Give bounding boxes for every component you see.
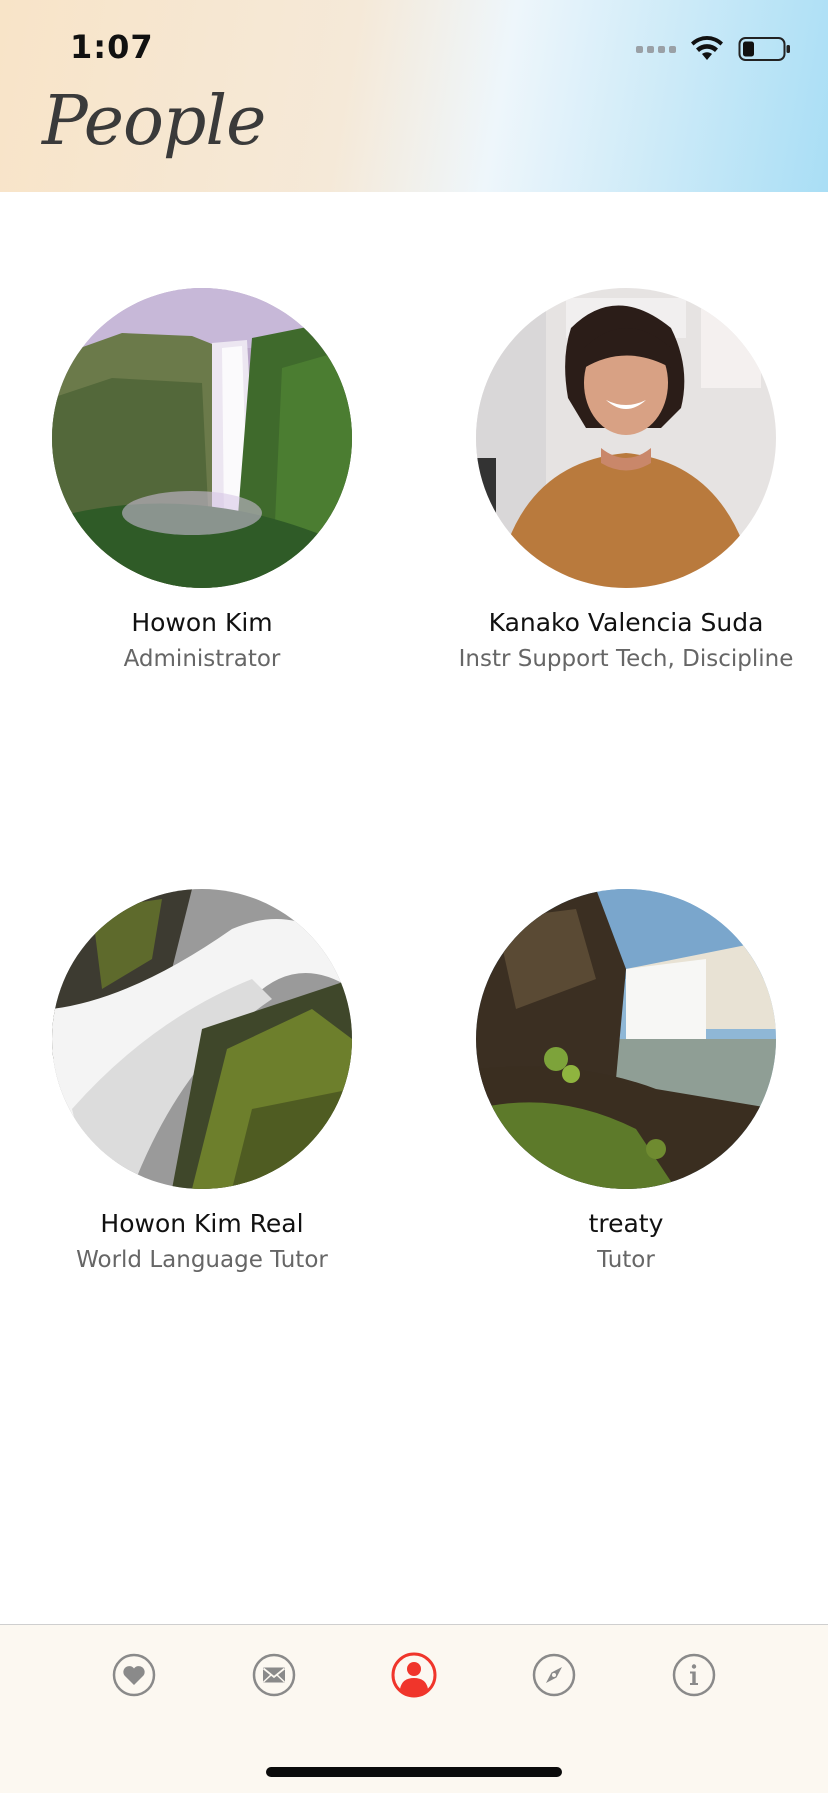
home-indicator — [266, 1767, 562, 1777]
person-icon — [391, 1652, 437, 1698]
person-name: Howon Kim — [131, 608, 273, 637]
person-card[interactable]: Kanako Valencia Suda Instr Support Tech,… — [436, 288, 816, 676]
avatar[interactable] — [476, 889, 776, 1189]
tab-explore[interactable] — [524, 1645, 584, 1705]
person-role: Tutor — [597, 1247, 655, 1273]
avatar[interactable] — [476, 288, 776, 588]
person-name: treaty — [588, 1209, 664, 1238]
mail-icon — [252, 1653, 296, 1697]
tab-people[interactable] — [384, 1645, 444, 1705]
tab-favorites[interactable] — [104, 1645, 164, 1705]
heart-icon — [112, 1653, 156, 1697]
tab-bar — [0, 1624, 828, 1793]
person-role: World Language Tutor — [76, 1247, 328, 1273]
person-role: Instr Support Tech, Discipline — [458, 646, 794, 672]
person-name: Kanako Valencia Suda — [488, 608, 764, 637]
waterfall-rocks-photo — [52, 889, 352, 1189]
tab-messages[interactable] — [244, 1645, 304, 1705]
header: 1:07 People — [0, 0, 828, 192]
waterfall-photo — [52, 288, 352, 588]
person-card[interactable]: Howon Kim Real World Language Tutor — [12, 889, 392, 1277]
person-card[interactable]: treaty Tutor — [436, 889, 816, 1277]
person-card[interactable]: Howon Kim Administrator — [12, 288, 392, 676]
status-time: 1:07 — [70, 28, 154, 66]
page-title: People — [42, 82, 266, 161]
wifi-icon — [691, 36, 723, 60]
tab-info[interactable] — [664, 1645, 724, 1705]
avatar[interactable] — [52, 889, 352, 1189]
info-icon — [672, 1653, 716, 1697]
avatar[interactable] — [52, 288, 352, 588]
waterfall-meadow-photo — [476, 889, 776, 1189]
portrait-photo — [476, 288, 776, 588]
cellular-signal-icon — [636, 45, 676, 53]
battery-icon — [738, 37, 790, 61]
person-name: Howon Kim Real — [100, 1209, 304, 1238]
person-role: Administrator — [123, 646, 281, 672]
compass-icon — [532, 1653, 576, 1697]
status-icons — [636, 34, 792, 64]
